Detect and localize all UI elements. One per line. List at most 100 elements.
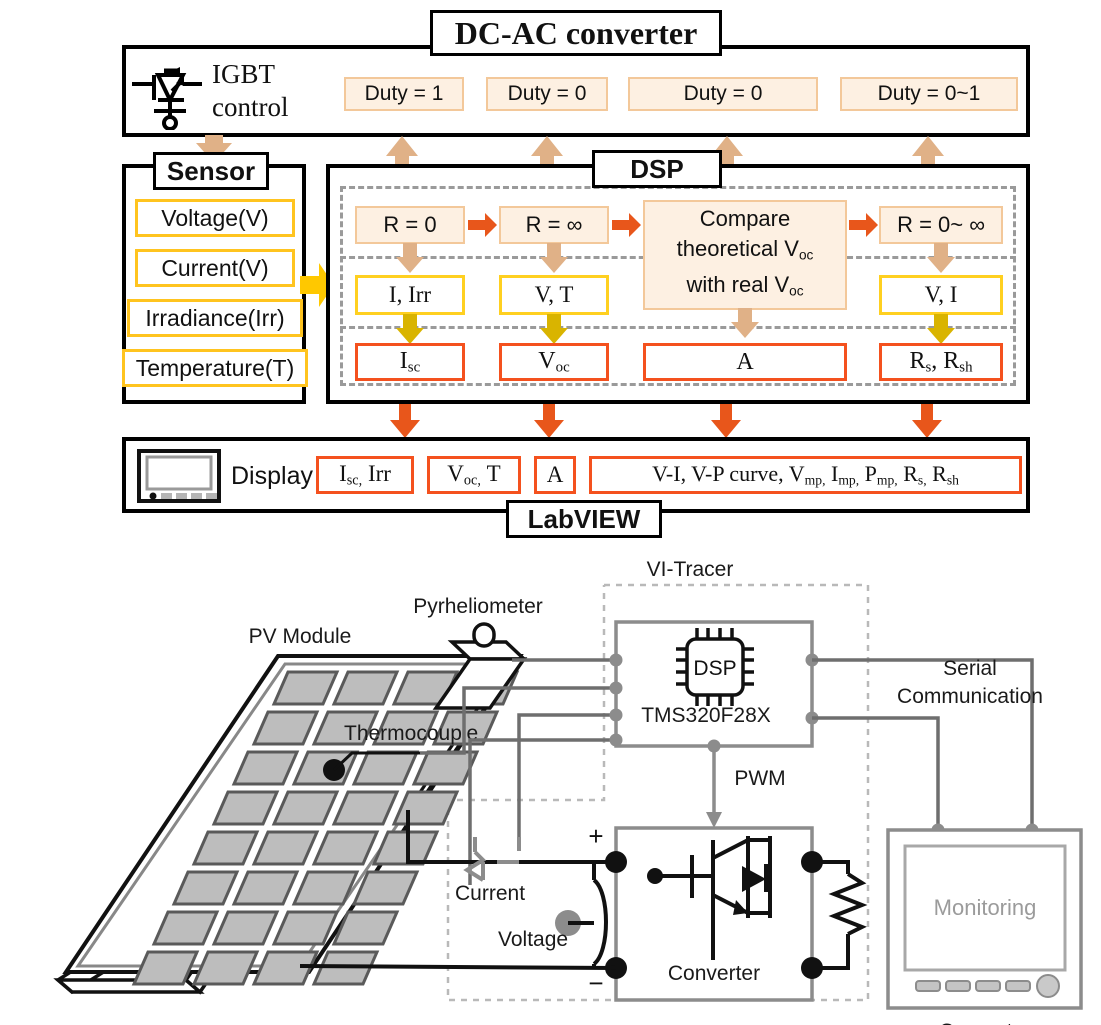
sensor-title-text: Sensor [166,155,256,186]
duty-box-4: Duty = 0~1 [840,77,1018,111]
sensor-item-temperature: Temperature(T) [122,349,308,387]
labview-title: LabVIEW [506,500,662,538]
sensor-item-voltage-label: Voltage(V) [161,204,269,231]
dsp-measure-box-3-label: V, I [924,282,958,307]
display-box-isc-irr: Isc, Irr [316,456,414,494]
sensor-item-current-label: Current(V) [161,254,269,281]
dsp-measure-box-3: V, I [879,275,1003,315]
rsh-main: R [943,347,960,374]
dsp-resistance-box-1: R = 0 [355,206,465,244]
plus-sign-label: + [588,821,603,851]
dsp-measure-box-1: I, Irr [355,275,465,315]
dsp-compare-line-2-text: theoretical V [676,235,799,261]
dsp-result-box-isc-label: Isc [400,348,420,377]
display-monitor-icon [137,449,221,503]
arrow-down-m1-to-res1-icon [396,314,424,344]
dsp-part-number-label: TMS320F28X [641,704,771,727]
display-box-curves: V-I, V-P curve, Vmp, Imp, Pmp, Rs, Rsh [589,456,1022,494]
display-box-voc-t: Voc, T [427,456,521,494]
duty-box-2: Duty = 0 [486,77,608,111]
display-box-isc-irr-label: Isc, Irr [339,460,391,489]
sensor-item-current: Current(V) [135,249,295,287]
sensor-item-temperature-label: Temperature(T) [135,354,295,381]
isc-sub: sc [407,359,421,376]
display-box-voc-t-label: Voc, T [447,460,501,489]
serial-comm-label-line1: Serial [943,657,997,680]
rsh-sub: sh [959,359,973,376]
dsp-compare-line-2-sub: oc [798,247,814,262]
load-resistor-icon [812,860,868,970]
dsp-result-box-a-label: A [736,348,754,375]
dsp-resistance-box-4-label: R = 0~ ∞ [897,212,985,237]
dsp-result-box-rs-rsh: Rs, Rsh [879,343,1003,381]
arrow-down-m3-to-res4-icon [927,314,955,344]
current-shunt-wire [497,837,521,864]
dsp-measure-box-1-label: I, Irr [388,282,432,307]
dsp-resistance-box-1-label: R = 0 [383,212,437,237]
display-box-a-label: A [546,462,564,487]
display-label: Display [222,459,322,493]
dsp-compare-line-2: theoretical Voc [677,234,814,270]
dsp-compare-line-3-sub: oc [789,283,804,299]
dsp-compare-line-3-text: with real V [686,272,790,297]
display-box-curves-label: V-I, V-P curve, Vmp, Imp, Pmp, Rs, Rsh [652,461,959,488]
sensor-item-irradiance-label: Irradiance(Irr) [145,304,285,331]
arrow-down-to-display-1-icon [390,404,420,438]
dsp-compare-box: Compare theoretical Voc with real Voc [643,200,847,310]
rs-sub: s [925,359,932,376]
rs-main: R [909,347,926,374]
dsp-result-box-voc-label: Voc [538,348,569,377]
arrow-down-to-display-3-icon [711,404,741,438]
dsp-compare-line-1: Compare [699,205,791,231]
dsp-result-box-voc: Voc [499,343,609,381]
dsp-pin-4 [609,733,623,747]
duty-box-1-label: Duty = 1 [364,82,444,105]
serial-comm-label-line2: Communication [897,685,1043,708]
duty-box-4-label: Duty = 0~1 [877,82,981,105]
duty-box-3-label: Duty = 0 [683,82,763,105]
arrow-down-to-display-4-icon [912,404,942,438]
arrow-down-r1-to-m1-icon [396,243,424,273]
display-box-a: A [534,456,576,494]
dsp-result-box-rs-rsh-label: Rs, Rsh [909,347,973,376]
dsp-dashed-divider-2 [340,326,1016,329]
duty-box-1: Duty = 1 [344,77,464,111]
thermocouple-label: Thermocouple [344,722,478,745]
pyrheliometer-label: Pyrheliometer [413,595,543,618]
arrow-down-r2-to-m2-icon [540,243,568,273]
dsp-resistance-box-2-label: R = ∞ [525,212,583,237]
igbt-symbol-icon [132,67,202,130]
arrow-right-compare-to-r4-icon [849,213,878,237]
igbt-control-label: IGBT control [212,58,322,128]
dsp-measure-box-2: V, T [499,275,609,315]
current-sensor-label: Current [455,882,525,905]
dsp-measure-box-2-label: V, T [534,282,574,307]
arrow-down-to-display-2-icon [534,404,564,438]
arrow-down-m2-to-res2-icon [540,314,568,344]
sensor-item-irradiance: Irradiance(Irr) [127,299,303,337]
igbt-label-line1: IGBT [212,59,275,89]
dsp-result-box-a: A [643,343,847,381]
duty-box-3: Duty = 0 [628,77,818,111]
pv-module-label: PV Module [249,625,352,648]
experimental-setup-diagram: PV Module Pyrheliometer Thermocouple VI-… [53,558,1083,1025]
voltage-sensor-wire [568,878,608,966]
dsp-result-box-isc: Isc [355,343,465,381]
arrow-down-r4-to-m4-icon [927,243,955,273]
pwm-arrowhead-icon [706,812,722,828]
computer-label: Computer [939,1020,1031,1025]
dsp-title-text: DSP [630,153,684,184]
monitoring-label: Monitoring [934,895,1037,920]
voc-main: V [538,347,556,374]
dsp-chip-label: DSP [693,657,736,680]
sensor-item-voltage: Voltage(V) [135,199,295,237]
converter-label: Converter [668,962,760,985]
arrow-up-duty-2-icon [531,136,563,166]
dsp-compare-line-3: with real Voc [686,270,803,306]
vi-tracer-label: VI-Tracer [647,558,734,581]
computer-power-button [1036,974,1060,998]
voltage-sensor-label: Voltage [498,928,568,951]
dc-ac-converter-title-text: DC-AC converter [454,14,698,51]
pwm-label: PWM [734,767,785,790]
dsp-pin-1 [609,653,623,667]
